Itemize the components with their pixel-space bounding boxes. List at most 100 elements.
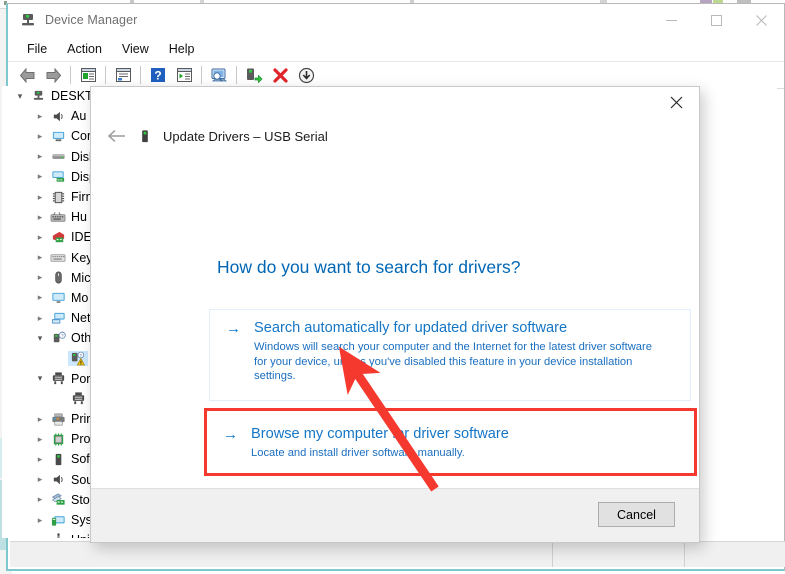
window-controls xyxy=(649,4,784,36)
hid-icon xyxy=(48,210,68,225)
chevron-right-icon[interactable]: ▸ xyxy=(32,232,48,243)
chevron-right-icon[interactable]: ▸ xyxy=(32,212,48,223)
screenshot-root: Device Manager File Action View Help ? ▾… xyxy=(0,0,785,574)
keyboard-icon xyxy=(48,250,68,265)
tree-item-label: IDE xyxy=(71,230,92,245)
toolbar-separator xyxy=(140,66,141,84)
tree-item-label: Disl xyxy=(71,149,92,164)
uninstall-device-icon[interactable] xyxy=(267,64,293,87)
usb-controller-icon xyxy=(48,533,68,538)
port-device-icon xyxy=(68,391,88,406)
chevron-right-icon[interactable]: ▸ xyxy=(32,272,48,283)
option-browse-my-computer[interactable]: → Browse my computer for driver software… xyxy=(207,411,695,473)
chevron-right-icon[interactable]: ▸ xyxy=(32,535,48,538)
menu-help[interactable]: Help xyxy=(159,39,205,59)
toolbar-separator xyxy=(201,66,202,84)
dialog-footer: Cancel xyxy=(91,488,699,542)
toolbar-separator xyxy=(236,66,237,84)
tree-item-label: Por xyxy=(71,371,91,386)
tree-item-label: Net xyxy=(71,311,91,326)
minimize-button[interactable] xyxy=(649,4,694,36)
chevron-right-icon[interactable]: ▸ xyxy=(32,171,48,182)
tree-item-label: Sys xyxy=(71,513,92,528)
chevron-right-icon[interactable]: ▸ xyxy=(32,252,48,263)
monitor-icon xyxy=(48,290,68,305)
option-search-automatically[interactable]: → Search automatically for updated drive… xyxy=(209,309,691,401)
disable-device-icon[interactable] xyxy=(293,64,319,87)
chevron-right-icon[interactable]: ▸ xyxy=(32,474,48,485)
tree-item-label: Sof xyxy=(71,452,90,467)
cancel-button[interactable]: Cancel xyxy=(598,502,675,527)
back-arrow-icon[interactable] xyxy=(99,129,135,143)
chevron-right-icon[interactable]: ▸ xyxy=(32,515,48,526)
tree-item-label: Oth xyxy=(71,331,92,346)
update-drivers-dialog: Update Drivers – USB Serial How do you w… xyxy=(90,86,700,543)
option-title: Search automatically for updated driver … xyxy=(254,320,568,336)
help-icon[interactable]: ? xyxy=(145,64,171,87)
mouse-icon xyxy=(48,270,68,285)
chevron-down-icon[interactable]: ▾ xyxy=(12,91,28,102)
tree-item-label: Firn xyxy=(71,190,93,205)
properties-icon[interactable] xyxy=(110,64,136,87)
menu-action[interactable]: Action xyxy=(57,39,112,59)
scan-for-hardware-changes-icon[interactable] xyxy=(171,64,197,87)
chevron-right-icon[interactable]: ▸ xyxy=(32,434,48,445)
device-icon xyxy=(135,129,155,144)
close-button[interactable] xyxy=(739,4,784,36)
chevron-right-icon[interactable]: ▸ xyxy=(32,151,48,162)
dialog-title: Update Drivers – USB Serial xyxy=(163,128,328,144)
computer-icon xyxy=(28,89,48,104)
tree-item-label: Pro xyxy=(71,432,91,447)
ports-icon xyxy=(48,371,68,386)
option-description: Windows will search your computer and th… xyxy=(254,341,652,383)
statusbar-section-3 xyxy=(685,542,785,567)
update-driver-icon[interactable] xyxy=(206,64,232,87)
chevron-right-icon[interactable]: ▸ xyxy=(32,454,48,465)
chevron-right-icon[interactable]: ▸ xyxy=(32,111,48,122)
processor-icon xyxy=(48,432,68,447)
software-device-icon xyxy=(48,452,68,467)
tree-item-label: Au xyxy=(71,109,87,124)
forward-icon[interactable] xyxy=(40,64,66,87)
tree-item-label: Uni xyxy=(68,533,90,538)
menu-view[interactable]: View xyxy=(112,39,159,59)
dialog-close-button[interactable] xyxy=(654,87,699,117)
chevron-right-icon[interactable]: ▸ xyxy=(32,131,48,142)
tree-item-label: Mo xyxy=(71,290,89,305)
chevron-right-icon[interactable]: ▸ xyxy=(32,313,48,324)
statusbar xyxy=(10,541,785,567)
option-description: Locate and install driver software manua… xyxy=(251,447,465,459)
chevron-right-icon[interactable]: ▸ xyxy=(32,292,48,303)
install-driver-icon[interactable] xyxy=(241,64,267,87)
audio-icon xyxy=(48,109,68,124)
menu-file[interactable]: File xyxy=(17,39,57,59)
maximize-button[interactable] xyxy=(694,4,739,36)
window-titlebar: Device Manager xyxy=(8,4,784,36)
chevron-down-icon[interactable]: ▾ xyxy=(32,373,48,384)
show-hide-console-tree-icon[interactable] xyxy=(75,64,101,87)
arrow-right-icon: → xyxy=(223,426,238,443)
dialog-heading: How do you want to search for drivers? xyxy=(217,257,521,277)
statusbar-section-2 xyxy=(553,542,685,567)
disk-drive-icon xyxy=(48,149,68,164)
display-adapter-icon xyxy=(48,169,68,184)
dialog-header: Update Drivers – USB Serial xyxy=(91,119,699,153)
sound-icon xyxy=(48,472,68,487)
system-device-icon xyxy=(48,513,68,528)
option-title: Browse my computer for driver software xyxy=(251,426,509,442)
tree-item-label: Mic xyxy=(71,270,91,285)
tree-item-label: Hu xyxy=(71,210,87,225)
other-devices-icon: ? xyxy=(48,331,68,346)
chevron-down-icon[interactable]: ▾ xyxy=(32,333,48,344)
menubar: File Action View Help xyxy=(8,36,784,62)
chevron-right-icon[interactable]: ▸ xyxy=(32,414,48,425)
chevron-right-icon[interactable]: ▸ xyxy=(32,494,48,505)
toolbar-separator xyxy=(70,66,71,84)
tree-item-label: Key xyxy=(71,250,93,265)
chevron-right-icon[interactable]: ▸ xyxy=(32,192,48,203)
window-title: Device Manager xyxy=(45,13,138,27)
tree-item-label: Cor xyxy=(71,129,92,144)
back-icon[interactable] xyxy=(14,64,40,87)
storage-controller-icon xyxy=(48,492,68,507)
device-manager-icon xyxy=(19,11,37,29)
